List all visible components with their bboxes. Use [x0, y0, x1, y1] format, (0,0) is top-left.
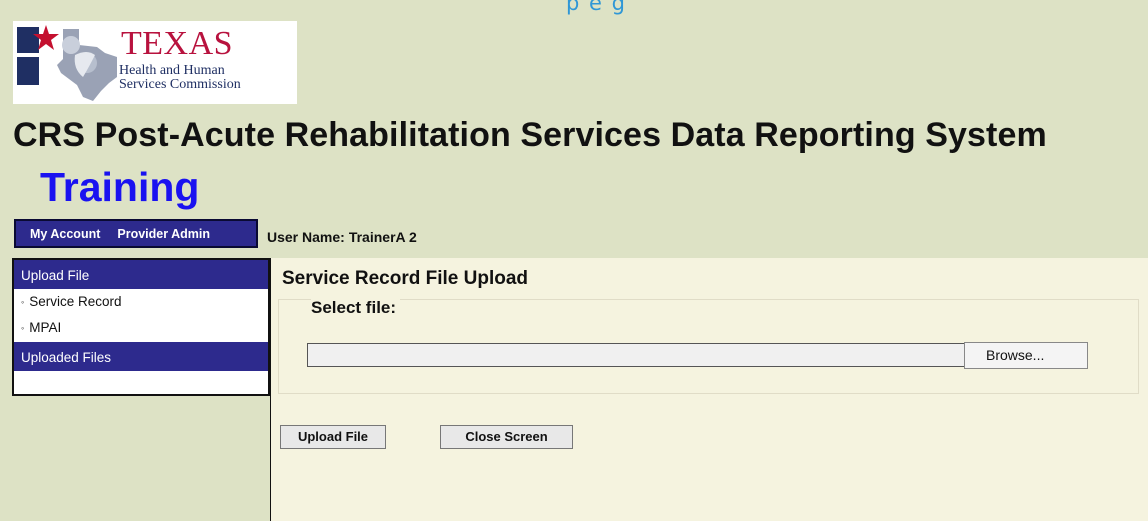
- top-link[interactable]: p e g: [566, 0, 626, 15]
- bullet-icon: ◦: [21, 323, 25, 333]
- texas-map-icon: [17, 25, 117, 101]
- user-name: User Name: TrainerA 2: [267, 229, 417, 245]
- logo-line-1: Health and Human: [119, 63, 225, 78]
- bullet-icon: ◦: [21, 297, 25, 307]
- sidebar-item-service-record[interactable]: ◦ Service Record: [14, 289, 268, 315]
- sidebar-section-upload-file[interactable]: Upload File: [14, 260, 268, 289]
- sidebar-section-uploaded-files[interactable]: Uploaded Files: [14, 342, 268, 371]
- select-file-label: Select file:: [311, 299, 401, 317]
- logo-wordmark: TEXAS: [121, 25, 234, 62]
- sidebar-item-mpai[interactable]: ◦ MPAI: [14, 315, 268, 341]
- logo-line-2: Services Commission: [119, 77, 241, 92]
- close-screen-button[interactable]: Close Screen: [440, 425, 573, 449]
- sidebar-item-label: MPAI: [29, 320, 62, 335]
- upload-file-button[interactable]: Upload File: [280, 425, 386, 449]
- top-menu-bar: My Account Provider Admin: [14, 219, 258, 248]
- user-name-value: TrainerA 2: [348, 229, 417, 245]
- texas-hhsc-logo: TEXAS Health and Human Services Commissi…: [13, 21, 297, 104]
- main-title: Service Record File Upload: [282, 268, 529, 289]
- menu-provider-admin[interactable]: Provider Admin: [100, 227, 210, 241]
- page-title: CRS Post-Acute Rehabilitation Services D…: [13, 116, 1047, 154]
- logo-subtitle: Health and Human Services Commission: [119, 64, 241, 92]
- main-content: Service Record File Upload Select file: …: [271, 258, 1148, 521]
- menu-my-account[interactable]: My Account: [16, 227, 100, 241]
- sidebar-item-label: Service Record: [29, 294, 122, 309]
- environment-label: Training: [40, 164, 200, 210]
- browse-button[interactable]: Browse...: [964, 342, 1088, 369]
- sidebar-nav: Upload File ◦ Service Record ◦ MPAI Upload…: [12, 258, 270, 396]
- user-name-label: User Name:: [267, 229, 345, 245]
- file-path-input[interactable]: [307, 343, 967, 367]
